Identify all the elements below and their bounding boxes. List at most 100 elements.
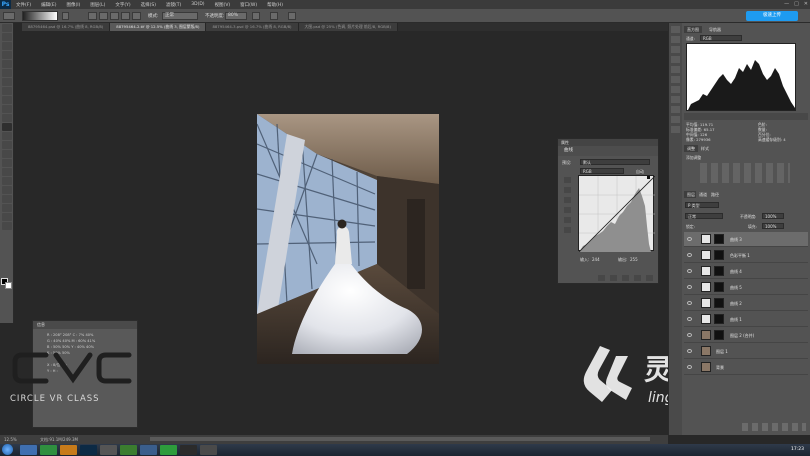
explorer-icon[interactable] [20, 445, 37, 455]
gradient-picker[interactable] [22, 11, 58, 21]
mode-select[interactable]: 正常 [162, 12, 198, 20]
app-icon[interactable] [200, 445, 217, 455]
reflected-gradient-button[interactable] [121, 12, 130, 20]
close-button[interactable]: ✕ [804, 0, 808, 9]
visibility-eye-icon[interactable] [687, 333, 692, 337]
background-color-swatch[interactable] [5, 282, 12, 289]
layer-row[interactable]: 曲线 2 [684, 296, 808, 311]
layer-mask-thumbnail[interactable] [714, 330, 724, 340]
tab-document-3[interactable]: 88795464-3.psd @ 16.7% (曲线 8, RGB/8) [206, 23, 299, 31]
info-icon[interactable] [671, 76, 680, 83]
tab-navigator[interactable]: 导航器 [706, 26, 724, 33]
type-tool-icon[interactable] [2, 159, 12, 167]
curve-pencil-icon[interactable] [564, 227, 571, 233]
styles-icon[interactable] [671, 116, 680, 123]
tab-document-4[interactable]: 大图.psd @ 25% (色调, 照片处理 前后/8, RGB/8) [298, 23, 398, 31]
brush-tool-icon[interactable] [2, 87, 12, 95]
radial-gradient-button[interactable] [99, 12, 108, 20]
black-point-eyedropper-icon[interactable] [564, 187, 571, 193]
eraser-tool-icon[interactable] [2, 114, 12, 122]
tool-preset-picker[interactable] [3, 12, 15, 20]
adjustments-icon[interactable] [671, 126, 680, 133]
layer-actions-bar[interactable] [742, 423, 806, 431]
brush-presets-icon[interactable] [671, 46, 680, 53]
layer-mask-thumbnail[interactable] [714, 298, 724, 308]
layer-mask-thumbnail[interactable] [714, 314, 724, 324]
layer-row[interactable]: 曲线 5 [684, 280, 808, 295]
quick-select-tool-icon[interactable] [2, 51, 12, 59]
layer-mask-thumbnail[interactable] [714, 234, 724, 244]
character-icon[interactable] [671, 56, 680, 63]
gradient-tool-icon[interactable] [2, 123, 12, 131]
eyedropper-tool-icon[interactable] [2, 69, 12, 77]
pen-tool-icon[interactable] [2, 150, 12, 158]
zoom-level[interactable]: 12.5% [4, 435, 17, 444]
more-tools-icon[interactable] [2, 204, 12, 212]
angle-gradient-button[interactable] [110, 12, 119, 20]
layer-row[interactable]: 图层 1 [684, 344, 808, 359]
layer-row[interactable]: 背景 [684, 360, 808, 375]
delete-adjustment-icon[interactable] [646, 275, 653, 281]
layer-mask-thumbnail[interactable] [714, 282, 724, 292]
photoshop-taskbar-icon[interactable] [80, 445, 97, 455]
menu-view[interactable]: 视图(V) [210, 2, 236, 8]
color-icon[interactable] [671, 106, 680, 113]
visibility-toggle-icon[interactable] [634, 275, 641, 281]
tab-histogram[interactable]: 直方图 [684, 26, 702, 33]
dither-checkbox[interactable] [270, 12, 278, 20]
path-select-tool-icon[interactable] [2, 168, 12, 176]
reset-icon[interactable] [622, 275, 629, 281]
visibility-eye-icon[interactable] [687, 301, 692, 305]
opacity-input[interactable]: 80% [225, 12, 247, 20]
menu-select[interactable]: 选择(S) [136, 2, 161, 8]
properties-icon[interactable] [671, 86, 680, 93]
horizontal-scrollbar[interactable] [150, 437, 650, 441]
gradient-dropdown-icon[interactable] [62, 12, 69, 20]
layer-kind-filter[interactable]: P 类型 [685, 202, 719, 208]
document-photo[interactable] [257, 114, 439, 364]
hand-tool-icon[interactable] [2, 186, 12, 194]
menu-image[interactable]: 图像(I) [61, 2, 85, 8]
menu-edit[interactable]: 编辑(E) [36, 2, 61, 8]
input-value[interactable]: 244 [592, 257, 600, 262]
visibility-eye-icon[interactable] [687, 317, 692, 321]
menu-type[interactable]: 文字(Y) [110, 2, 135, 8]
lasso-tool-icon[interactable] [2, 42, 12, 50]
browser-icon[interactable] [40, 445, 57, 455]
app-icon[interactable] [100, 445, 117, 455]
menu-file[interactable]: 文件(F) [11, 2, 36, 8]
menu-window[interactable]: 窗口(W) [235, 2, 262, 8]
tab-document-2[interactable]: 88795464-2.tif @ 12.5% (曲线 3, 图层蒙版/8) [110, 23, 207, 31]
app-icon[interactable] [140, 445, 157, 455]
zoom-tool-icon[interactable] [2, 195, 12, 203]
blend-mode-select[interactable]: 正常 [685, 213, 723, 219]
clone-stamp-tool-icon[interactable] [2, 96, 12, 104]
layer-row[interactable]: 曲线 1 [684, 312, 808, 327]
visibility-eye-icon[interactable] [687, 285, 692, 289]
menu-3d[interactable]: 3D(D) [186, 2, 209, 7]
tab-paths[interactable]: 路径 [708, 191, 722, 198]
visibility-eye-icon[interactable] [687, 365, 692, 369]
reverse-checkbox[interactable] [252, 12, 260, 20]
histogram-channel-select[interactable]: RGB [700, 35, 742, 41]
view-previous-icon[interactable] [610, 275, 617, 281]
curve-point-icon[interactable] [564, 217, 571, 223]
fill-input[interactable]: 100% [762, 223, 784, 229]
on-image-adjust-icon[interactable] [564, 177, 571, 183]
layer-row[interactable]: 曲线 4 [684, 264, 808, 279]
visibility-eye-icon[interactable] [687, 349, 692, 353]
visibility-eye-icon[interactable] [687, 269, 692, 273]
dodge-tool-icon[interactable] [2, 141, 12, 149]
channel-select[interactable]: RGB [580, 168, 624, 174]
app-icon[interactable] [120, 445, 137, 455]
layer-row[interactable]: 曲线 3 [684, 232, 808, 247]
layer-mask-thumbnail[interactable] [714, 266, 724, 276]
minimize-button[interactable]: — [784, 0, 789, 9]
history-icon[interactable] [671, 26, 680, 33]
healing-brush-tool-icon[interactable] [2, 78, 12, 86]
menu-help[interactable]: 帮助(H) [262, 2, 288, 8]
bridge-icon[interactable] [60, 445, 77, 455]
linear-gradient-button[interactable] [88, 12, 97, 20]
tab-document-1[interactable]: 88795464.psd @ 16.7% (曲线 8, RGB/8) [22, 23, 111, 31]
layer-opacity-input[interactable]: 100% [762, 213, 784, 219]
